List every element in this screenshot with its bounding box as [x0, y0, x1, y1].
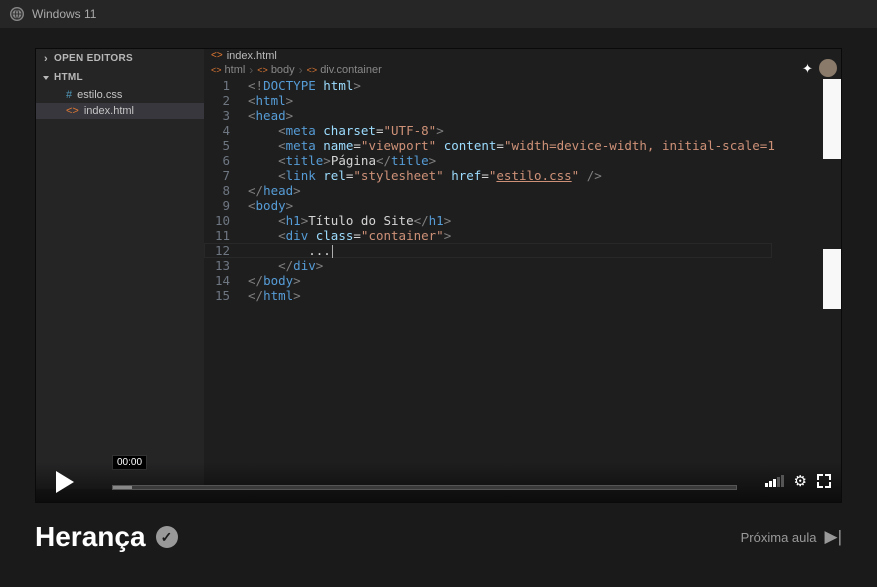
editor-tab[interactable]: <> index.html [204, 49, 776, 62]
preview-strip [823, 79, 841, 159]
editor-right-panel: ✦ [776, 49, 841, 489]
file-label: index.html [84, 105, 134, 117]
next-lesson-label: Próxima aula [741, 530, 817, 545]
video-controls: ⚙ [36, 462, 841, 502]
lesson-row: Herança ✓ Próxima aula ▶| [0, 503, 877, 571]
os-topbar: Windows 11 [0, 0, 877, 28]
code-area[interactable]: <!DOCTYPE html><html><head> <meta charse… [248, 78, 776, 303]
check-icon[interactable]: ✓ [156, 526, 178, 548]
breadcrumb[interactable]: <>html › <>body › <>div.container [204, 62, 776, 78]
extension-icon[interactable]: ✦ [802, 61, 816, 75]
fullscreen-icon[interactable] [817, 474, 831, 488]
preview-strip [823, 249, 841, 309]
html-file-icon: <> [66, 105, 79, 117]
progress-fill [113, 486, 132, 489]
lesson-title: Herança ✓ [35, 521, 178, 553]
tab-label: index.html [227, 50, 277, 62]
gear-icon[interactable]: ⚙ [794, 472, 807, 490]
volume-icon[interactable] [765, 475, 784, 487]
os-title: Windows 11 [32, 7, 96, 21]
code-editor[interactable]: <> index.html <>html › <>body › <>div.co… [204, 49, 776, 487]
file-item-html[interactable]: <> index.html [36, 103, 204, 119]
next-lesson-button[interactable]: Próxima aula ▶| [741, 527, 842, 547]
skip-next-icon: ▶| [825, 527, 843, 547]
avatar[interactable] [819, 59, 837, 77]
file-item-css[interactable]: # estilo.css [36, 87, 204, 103]
line-numbers: 123456789101112131415 [204, 78, 242, 303]
progress-bar[interactable] [112, 483, 737, 492]
css-file-icon: # [66, 89, 72, 101]
globe-icon [10, 7, 24, 21]
html-file-icon: <> [257, 65, 268, 75]
video-player[interactable]: OPEN EDITORS HTML # estilo.css <> index.… [35, 48, 842, 503]
open-editors-section[interactable]: OPEN EDITORS [36, 49, 204, 68]
chevron-right-icon: › [299, 63, 303, 77]
folder-section[interactable]: HTML [36, 68, 204, 87]
html-file-icon: <> [211, 50, 223, 61]
play-button[interactable] [56, 471, 74, 493]
editor-sidebar: OPEN EDITORS HTML # estilo.css <> index.… [36, 49, 204, 489]
html-file-icon: <> [307, 65, 318, 75]
html-file-icon: <> [211, 65, 222, 75]
chevron-right-icon: › [249, 63, 253, 77]
file-label: estilo.css [77, 89, 122, 101]
